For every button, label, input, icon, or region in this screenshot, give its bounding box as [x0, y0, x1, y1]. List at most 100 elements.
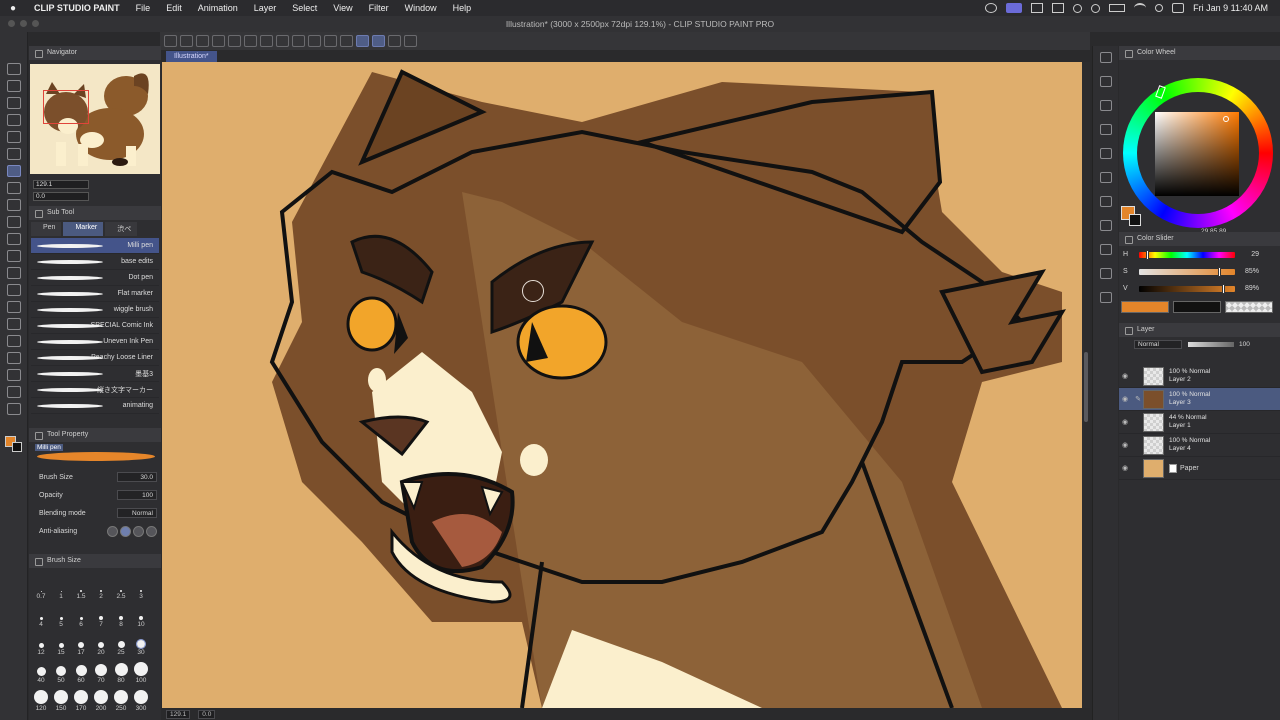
paper-layer-row[interactable]: ◉ Paper [1119, 457, 1280, 480]
tab-marker[interactable]: Marker [63, 222, 104, 236]
hue-value[interactable]: 29 [1235, 251, 1261, 258]
aa-none-option[interactable] [107, 525, 118, 537]
layer-property-icon[interactable] [1100, 100, 1112, 111]
menu-layer[interactable]: Layer [246, 3, 285, 13]
brush-size-option[interactable]: 300 [131, 686, 151, 712]
new-file-icon[interactable] [164, 35, 177, 47]
search-icon[interactable] [1155, 4, 1164, 12]
snap-grid-icon[interactable] [388, 35, 401, 47]
brush-size-option[interactable]: 8 [111, 602, 131, 628]
saturation-value[interactable]: 85% [1235, 268, 1261, 275]
balloon-tool-icon[interactable] [7, 386, 21, 398]
brush-size-option[interactable]: 0.7 [31, 574, 51, 600]
brush-size-option[interactable]: 2.5 [111, 574, 131, 600]
subtool-item[interactable]: wiggle brush [31, 302, 159, 318]
airbrush-tool-icon[interactable] [7, 216, 21, 228]
saturation-value-square[interactable] [1155, 112, 1239, 196]
app-menu[interactable]: CLIP STUDIO PAINT [26, 3, 128, 13]
brush-size-option[interactable]: 25 [111, 630, 131, 656]
navigator-angle-field[interactable]: 0.0 [33, 192, 89, 201]
subtool-item[interactable]: Milli pen [31, 238, 159, 254]
navigator-zoom-field[interactable]: 129.1 [33, 180, 89, 189]
subtool-item[interactable]: Flat marker [31, 286, 159, 302]
navigator-view-frame[interactable] [43, 90, 89, 124]
layer-row[interactable]: ◉ 44 % Normal Layer 1 [1119, 411, 1280, 434]
brush-size-option[interactable]: 6 [71, 602, 91, 628]
subtool-item[interactable]: animating [31, 398, 159, 414]
subtool-item[interactable]: 墨基3 [31, 366, 159, 382]
zoom-tool-icon[interactable] [7, 63, 21, 75]
correct-line-tool-icon[interactable] [7, 403, 21, 415]
brush-size-option[interactable]: 4 [31, 602, 51, 628]
brush-tool-icon[interactable] [7, 199, 21, 211]
decoration-tool-icon[interactable] [7, 233, 21, 245]
object-tool-icon[interactable] [7, 97, 21, 109]
subtool-item[interactable]: Peachy Loose Liner [31, 350, 159, 366]
extension-icon[interactable] [1052, 3, 1065, 13]
search-panel-icon[interactable] [1100, 52, 1112, 63]
hue-slider[interactable] [1139, 249, 1235, 260]
brush-size-option[interactable]: 17 [71, 630, 91, 656]
navigator-header[interactable]: Navigator [29, 46, 161, 60]
info-panel-icon[interactable] [1100, 268, 1112, 279]
value-slider-knob[interactable] [1221, 283, 1225, 294]
eyedropper-tool-icon[interactable] [7, 148, 21, 160]
auto-actions-icon[interactable] [1100, 172, 1112, 183]
value-value[interactable]: 89% [1235, 285, 1261, 292]
subtool-item[interactable]: Dot pen [31, 270, 159, 286]
play-icon[interactable] [1091, 3, 1101, 13]
menu-view[interactable]: View [325, 3, 360, 13]
frame-tool-icon[interactable] [7, 335, 21, 347]
export-icon[interactable] [212, 35, 225, 47]
tab-illustration[interactable]: Illustration* [166, 51, 217, 62]
transparent-color-chip[interactable] [1225, 301, 1273, 313]
layer-panel-header[interactable]: Layer [1119, 323, 1280, 337]
visibility-eye-icon[interactable]: ◉ [1119, 372, 1131, 380]
apple-icon[interactable]: ● [0, 3, 26, 14]
wheel-sub-color[interactable] [1129, 214, 1141, 226]
brush-size-option[interactable]: 5 [51, 602, 71, 628]
brush-size-option[interactable]: 100 [131, 658, 151, 684]
brush-size-option[interactable]: 50 [51, 658, 71, 684]
menu-help[interactable]: Help [445, 3, 480, 13]
fill-tool-icon[interactable] [7, 284, 21, 296]
brush-size-option[interactable]: 1 [51, 574, 71, 600]
undo-icon[interactable] [228, 35, 241, 47]
moon-icon[interactable] [1073, 3, 1083, 13]
brush-size-option[interactable]: 70 [91, 658, 111, 684]
drawing-canvas[interactable] [162, 62, 1082, 708]
rotation-field[interactable]: 0.0 [198, 709, 216, 719]
sub-color-swatch[interactable] [12, 442, 22, 452]
snap-ruler-icon[interactable] [356, 35, 369, 47]
brush-size-option[interactable]: 40 [31, 658, 51, 684]
close-window-button[interactable] [8, 20, 15, 27]
menu-edit[interactable]: Edit [158, 3, 190, 13]
history-panel-icon[interactable] [1100, 148, 1112, 159]
brush-size-option[interactable]: 7 [91, 602, 111, 628]
brush-size-option[interactable]: 60 [71, 658, 91, 684]
visibility-eye-icon[interactable]: ◉ [1119, 464, 1131, 472]
subtool-item[interactable]: 縦き文字マーカー [31, 382, 159, 398]
opacity-field[interactable]: 100 [117, 490, 157, 500]
brush-size-option[interactable]: 20 [91, 630, 111, 656]
lasso-tool-icon[interactable] [7, 131, 21, 143]
navigator-preview[interactable] [30, 64, 160, 174]
subtool-item[interactable]: Uneven Ink Pen [31, 334, 159, 350]
control-center-icon[interactable] [1172, 3, 1185, 13]
brush-size-option[interactable]: 1.5 [71, 574, 91, 600]
brush-size-option[interactable]: 30 [131, 630, 151, 656]
menu-select[interactable]: Select [284, 3, 325, 13]
figure-tool-icon[interactable] [7, 318, 21, 330]
blend-tool-icon[interactable] [7, 267, 21, 279]
pen-tool-icon[interactable] [7, 165, 21, 177]
tool-property-header[interactable]: Tool Property [29, 428, 161, 442]
menu-filter[interactable]: Filter [361, 3, 397, 13]
main-color-chip[interactable] [1121, 301, 1169, 313]
brush-size-option[interactable]: 15 [51, 630, 71, 656]
brush-size-option[interactable]: 3 [131, 574, 151, 600]
pencil-tool-icon[interactable] [7, 182, 21, 194]
layer-opacity-value[interactable]: 100 [1236, 341, 1250, 348]
menu-animation[interactable]: Animation [190, 3, 246, 13]
settings-icon[interactable] [404, 35, 417, 47]
close-panel-icon[interactable] [1100, 124, 1112, 135]
